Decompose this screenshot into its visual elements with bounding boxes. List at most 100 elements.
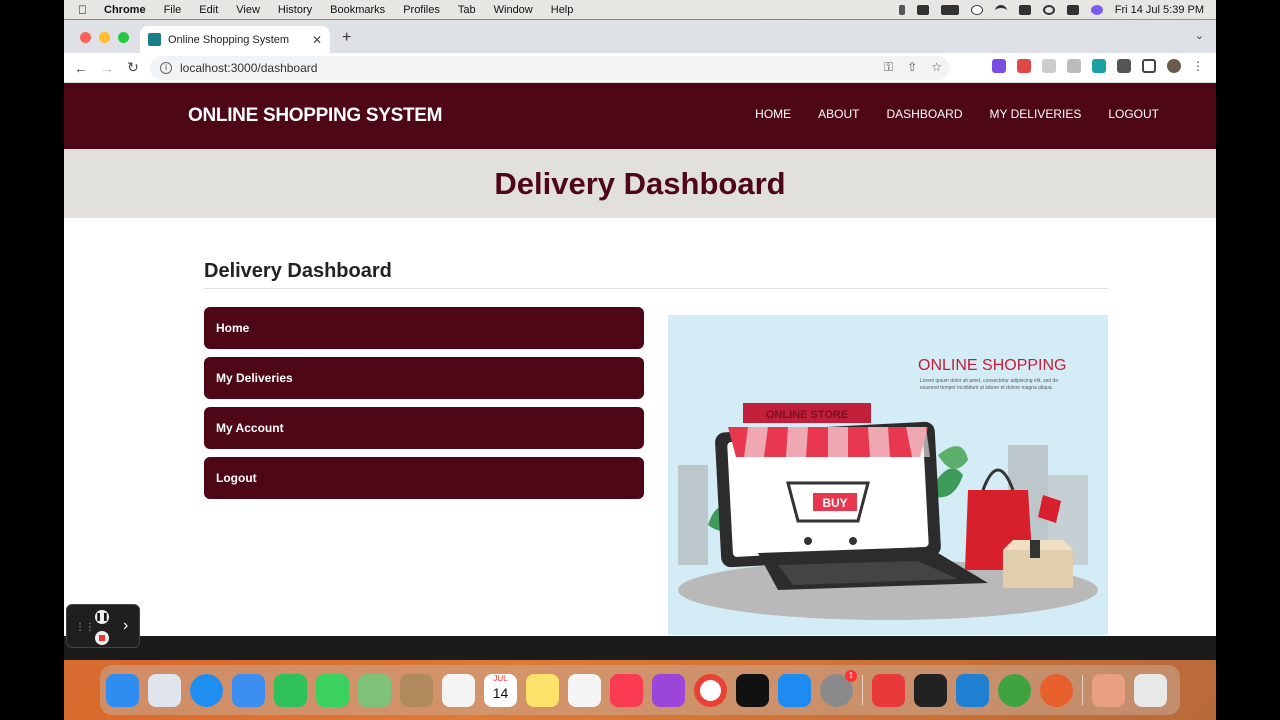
- store-sign-text: ONLINE STORE: [766, 409, 848, 421]
- menu-help[interactable]: Help: [551, 4, 574, 16]
- menu-window[interactable]: Window: [494, 4, 533, 16]
- reload-icon[interactable]: ↻: [120, 59, 146, 76]
- buy-label: BUY: [822, 496, 847, 510]
- extension-icon[interactable]: [992, 59, 1006, 73]
- apple-icon[interactable]: : [78, 3, 92, 17]
- trash-icon[interactable]: [1134, 673, 1167, 707]
- wifi-icon[interactable]: [994, 4, 1007, 15]
- tab-online-shopping-system[interactable]: Online Shopping System ✕: [140, 26, 330, 53]
- close-window-button[interactable]: [80, 32, 91, 43]
- terminal-icon[interactable]: [914, 673, 947, 707]
- messages-icon[interactable]: [316, 673, 349, 707]
- vscode-icon[interactable]: [956, 673, 989, 707]
- calendar-icon[interactable]: JUL 14: [484, 673, 517, 707]
- minimize-window-button[interactable]: [99, 32, 110, 43]
- settings-badge: 1: [845, 669, 857, 682]
- browser-window: Online Shopping System ✕ + ⌄ ← → ↻ i loc…: [64, 20, 1216, 660]
- close-tab-icon[interactable]: ✕: [312, 33, 322, 47]
- music-icon[interactable]: [610, 673, 643, 707]
- control-center-icon[interactable]: [1066, 4, 1079, 15]
- nav-logout[interactable]: LOGOUT: [1108, 107, 1159, 121]
- site-brand[interactable]: ONLINE SHOPPING SYSTEM: [188, 105, 442, 127]
- stop-recording-button[interactable]: [95, 631, 109, 645]
- menu-bookmarks[interactable]: Bookmarks: [330, 4, 385, 16]
- freeform-icon[interactable]: [568, 673, 601, 707]
- bookmark-star-icon[interactable]: ☆: [931, 60, 942, 75]
- site-info-icon[interactable]: i: [160, 62, 172, 74]
- pause-recording-button[interactable]: ❚❚: [95, 610, 109, 624]
- display-icon[interactable]: [1018, 4, 1031, 15]
- chrome-icon[interactable]: [694, 673, 727, 707]
- camera-extension-icon[interactable]: [1067, 59, 1081, 73]
- battery-icon[interactable]: [940, 4, 959, 15]
- finder-icon[interactable]: [106, 673, 139, 707]
- browser-toolbar: ← → ↻ i localhost:3000/dashboard ⚿ ⇧ ☆ ⋮: [64, 53, 1216, 83]
- tab-title: Online Shopping System: [168, 33, 290, 46]
- photos-icon[interactable]: [442, 673, 475, 707]
- menu-clock[interactable]: Fri 14 Jul 5:39 PM: [1115, 4, 1204, 16]
- launchpad-icon[interactable]: [148, 673, 181, 707]
- microphone-icon[interactable]: [898, 4, 905, 15]
- facetime-icon[interactable]: [274, 673, 307, 707]
- zoom-window-button[interactable]: [118, 32, 129, 43]
- hero-banner: Delivery Dashboard: [64, 149, 1216, 218]
- menu-app-name[interactable]: Chrome: [104, 4, 146, 16]
- drag-handle-icon[interactable]: ⋮⋮: [75, 622, 95, 633]
- nav-about[interactable]: ABOUT: [818, 107, 859, 121]
- system-settings-icon[interactable]: 1: [820, 669, 857, 707]
- menu-logout-button[interactable]: Logout: [204, 457, 644, 499]
- maps-icon[interactable]: [358, 673, 391, 707]
- tab-strip: Online Shopping System ✕ + ⌄: [64, 20, 1216, 53]
- mac-dock: JUL 14 1: [100, 665, 1180, 715]
- more-menu-icon[interactable]: ⋮: [1192, 59, 1206, 73]
- mongodb-compass-icon[interactable]: [998, 673, 1031, 707]
- menu-my-deliveries-button[interactable]: My Deliveries: [204, 357, 644, 399]
- menu-edit[interactable]: Edit: [199, 4, 218, 16]
- menu-tab[interactable]: Tab: [458, 4, 476, 16]
- firefox-icon[interactable]: [1040, 673, 1073, 707]
- apple-tv-icon[interactable]: [736, 673, 769, 707]
- spotlight-icon[interactable]: [1042, 4, 1055, 15]
- web-page: ONLINE SHOPPING SYSTEM HOME ABOUT DASHBO…: [64, 83, 1216, 660]
- podcasts-icon[interactable]: [652, 673, 685, 707]
- menu-view[interactable]: View: [236, 4, 260, 16]
- key-icon[interactable]: ⚿: [884, 60, 893, 75]
- menu-my-account-button[interactable]: My Account: [204, 407, 644, 449]
- share-icon[interactable]: ⇧: [907, 60, 917, 75]
- window-controls: [80, 32, 129, 43]
- back-icon[interactable]: ←: [68, 60, 94, 76]
- safari-icon[interactable]: [190, 673, 223, 707]
- drive-icon[interactable]: [916, 4, 929, 15]
- nav-dashboard[interactable]: DASHBOARD: [887, 107, 963, 121]
- tab-search-chevron-icon[interactable]: ⌄: [1195, 29, 1204, 42]
- menu-profiles[interactable]: Profiles: [403, 4, 440, 16]
- contacts-icon[interactable]: [400, 673, 433, 707]
- new-tab-icon[interactable]: +: [342, 29, 351, 47]
- anydesk-icon[interactable]: [872, 673, 905, 707]
- profile-avatar[interactable]: [1167, 59, 1181, 73]
- side-panel-icon[interactable]: [1142, 59, 1156, 73]
- extension-icon[interactable]: [1017, 59, 1031, 73]
- extension-icon[interactable]: [1042, 59, 1056, 73]
- screen-recorder-bar: [64, 636, 1216, 660]
- extension-icon[interactable]: [1092, 59, 1106, 73]
- nav-home[interactable]: HOME: [755, 107, 791, 121]
- mail-icon[interactable]: [232, 673, 265, 707]
- omnibox-actions: ⚿ ⇧ ☆: [884, 60, 942, 75]
- forward-icon[interactable]: →: [94, 60, 120, 76]
- react-favicon-icon: [148, 33, 161, 46]
- menu-file[interactable]: File: [164, 4, 182, 16]
- puzzle-extensions-icon[interactable]: [1117, 59, 1131, 73]
- menu-home-button[interactable]: Home: [204, 307, 644, 349]
- time-machine-icon[interactable]: [970, 4, 983, 15]
- address-bar[interactable]: i localhost:3000/dashboard ⚿ ⇧ ☆: [150, 56, 950, 80]
- downloads-stack-icon[interactable]: [1092, 673, 1125, 707]
- nav-links: HOME ABOUT DASHBOARD MY DELIVERIES LOGOU…: [755, 107, 1159, 121]
- expand-chevron-icon[interactable]: ›: [123, 617, 128, 635]
- menu-history[interactable]: History: [278, 4, 312, 16]
- app-store-icon[interactable]: [778, 673, 811, 707]
- url-text[interactable]: localhost:3000/dashboard: [180, 61, 317, 75]
- notes-icon[interactable]: [526, 673, 559, 707]
- nav-my-deliveries[interactable]: MY DELIVERIES: [990, 107, 1082, 121]
- siri-icon[interactable]: [1090, 4, 1103, 15]
